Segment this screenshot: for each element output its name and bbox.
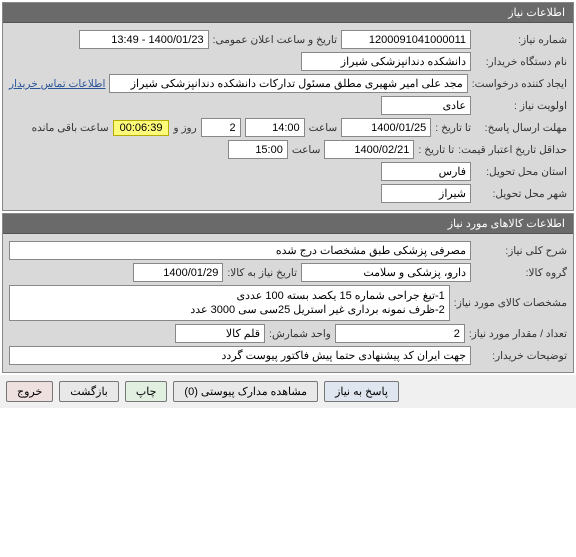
quantity-field[interactable] xyxy=(335,324,465,343)
goods-spec-label: مشخصات کالای مورد نیاز: xyxy=(454,297,567,309)
deadline-label: مهلت ارسال پاسخ: xyxy=(475,122,567,134)
buyer-org-field[interactable] xyxy=(301,52,471,71)
overall-desc-field[interactable] xyxy=(9,241,471,260)
province-field[interactable] xyxy=(381,162,471,181)
contact-info-link[interactable]: اطلاعات تماس خریدار xyxy=(9,78,105,90)
back-button[interactable]: بازگشت xyxy=(59,381,119,402)
need-date-label: تاریخ نیاز به کالا: xyxy=(227,267,297,279)
buyer-notes-label: توضیحات خریدار: xyxy=(475,350,567,362)
public-announce-label: تاریخ و ساعت اعلان عمومی: xyxy=(213,34,337,46)
need-info-body: شماره نیاز: تاریخ و ساعت اعلان عمومی: نا… xyxy=(3,23,573,210)
validity-to-date-label: تا تاریخ : xyxy=(418,144,454,156)
deadline-date-field[interactable] xyxy=(341,118,431,137)
exit-button[interactable]: خروج xyxy=(6,381,53,402)
request-creator-field[interactable] xyxy=(109,74,467,93)
goods-info-panel: اطلاعات کالاهای مورد نیاز شرح کلی نیاز: … xyxy=(2,213,574,373)
days-label: روز و xyxy=(173,122,196,134)
validity-time-field[interactable] xyxy=(228,140,288,159)
priority-field[interactable] xyxy=(381,96,471,115)
overall-desc-label: شرح کلی نیاز: xyxy=(475,245,567,257)
goods-info-header: اطلاعات کالاهای مورد نیاز xyxy=(3,214,573,234)
respond-button[interactable]: پاسخ به نیاز xyxy=(324,381,399,402)
buyer-notes-field[interactable] xyxy=(9,346,471,365)
remaining-label: ساعت باقی مانده xyxy=(32,122,109,134)
request-creator-label: ایجاد کننده درخواست: xyxy=(472,78,567,90)
buyer-org-label: نام دستگاه خریدار: xyxy=(475,56,567,68)
validity-time-label: ساعت xyxy=(292,144,321,156)
need-number-field[interactable] xyxy=(341,30,471,49)
quantity-label: تعداد / مقدار مورد نیاز: xyxy=(469,328,567,340)
goods-group-label: گروه کالا: xyxy=(475,267,567,279)
days-left-field[interactable] xyxy=(201,118,241,137)
validity-date-field[interactable] xyxy=(324,140,414,159)
print-button[interactable]: چاپ xyxy=(125,381,168,402)
need-info-panel: اطلاعات نیاز شماره نیاز: تاریخ و ساعت اع… xyxy=(2,2,574,211)
public-announce-field[interactable] xyxy=(79,30,209,49)
unit-field[interactable] xyxy=(175,324,265,343)
city-field[interactable] xyxy=(381,184,471,203)
min-validity-label: حداقل تاریخ اعتبار قیمت: xyxy=(458,144,567,156)
deadline-time-field[interactable] xyxy=(245,118,305,137)
deadline-to-date-label: تا تاریخ : xyxy=(435,122,471,134)
need-number-label: شماره نیاز: xyxy=(475,34,567,46)
province-label: استان محل تحویل: xyxy=(475,166,567,178)
need-info-header: اطلاعات نیاز xyxy=(3,3,573,23)
goods-group-field[interactable] xyxy=(301,263,471,282)
goods-spec-field[interactable] xyxy=(9,285,450,321)
deadline-time-label: ساعت xyxy=(309,122,338,134)
goods-info-body: شرح کلی نیاز: گروه کالا: تاریخ نیاز به ک… xyxy=(3,234,573,372)
unit-label: واحد شمارش: xyxy=(269,328,331,340)
priority-label: اولویت نیاز : xyxy=(475,100,567,112)
countdown-timer: 00:06:39 xyxy=(113,120,170,136)
city-label: شهر محل تحویل: xyxy=(475,188,567,200)
action-button-bar: پاسخ به نیاز مشاهده مدارک پیوستی (0) چاپ… xyxy=(0,375,576,408)
need-date-field[interactable] xyxy=(133,263,223,282)
view-attachments-button[interactable]: مشاهده مدارک پیوستی (0) xyxy=(173,381,318,402)
